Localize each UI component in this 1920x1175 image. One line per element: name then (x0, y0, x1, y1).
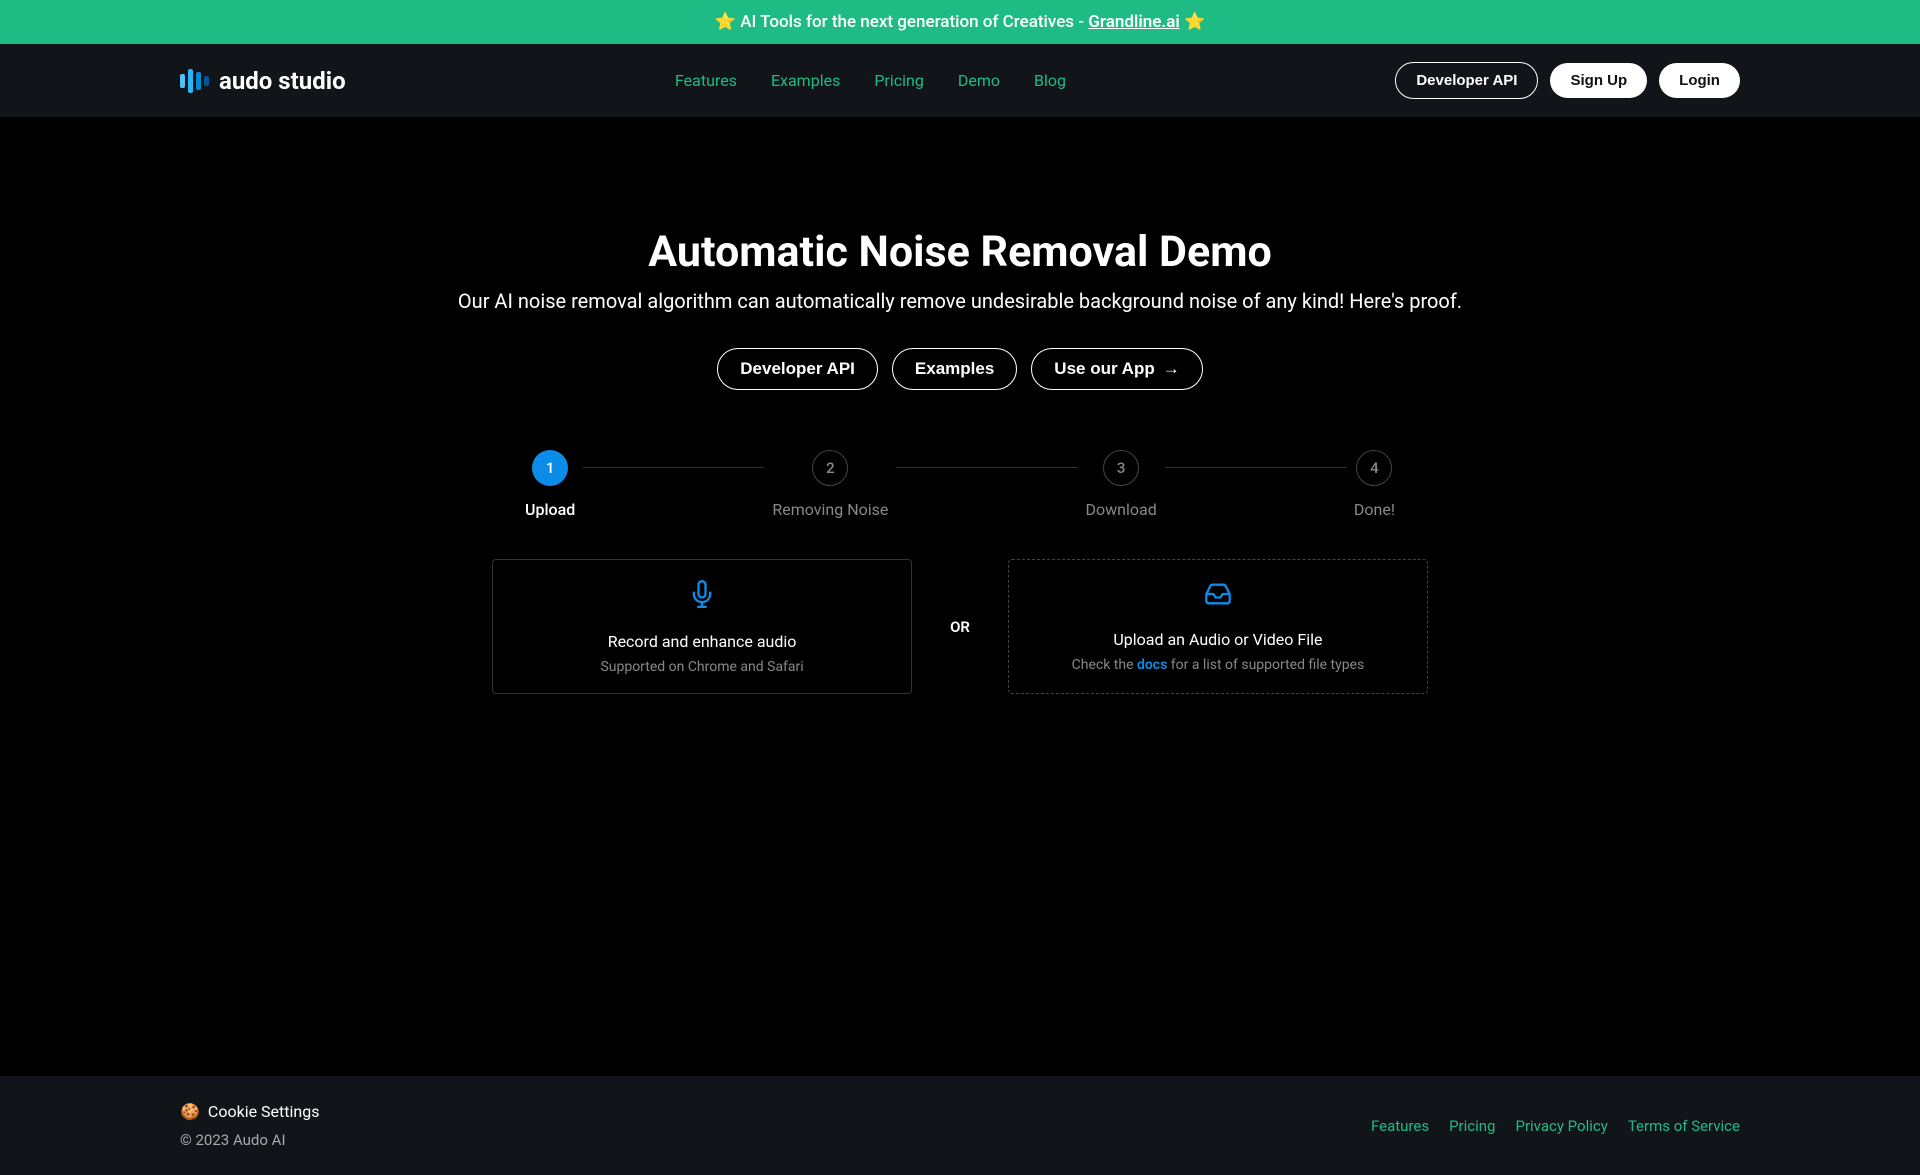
nav-center: Features Examples Pricing Demo Blog (675, 71, 1066, 90)
or-separator: OR (950, 618, 970, 636)
footer-link-features[interactable]: Features (1371, 1117, 1429, 1135)
step-label: Removing Noise (772, 500, 888, 519)
step-circle: 2 (812, 450, 848, 486)
nav-link-blog[interactable]: Blog (1034, 71, 1066, 90)
upload-subtitle-prefix: Check the (1072, 657, 1137, 673)
step-removing: 2 Removing Noise (772, 450, 888, 519)
step-label: Upload (525, 500, 575, 519)
logo[interactable]: audo studio (180, 67, 346, 95)
cookie-label: Cookie Settings (208, 1102, 320, 1121)
arrow-right-icon: → (1163, 359, 1180, 379)
banner-link[interactable]: Grandline.ai (1088, 12, 1179, 32)
login-button[interactable]: Login (1659, 63, 1740, 98)
hero-developer-api-button[interactable]: Developer API (717, 348, 878, 390)
upload-subtitle: Check the docs for a list of supported f… (1072, 657, 1365, 673)
cookie-icon: 🍪 (180, 1102, 200, 1121)
banner-text: AI Tools for the next generation of Crea… (740, 12, 1088, 32)
hero-buttons: Developer API Examples Use our App → (717, 348, 1202, 390)
star-icon: ⭐ (1184, 12, 1205, 32)
step-circle: 4 (1356, 450, 1392, 486)
step-line (896, 467, 1077, 468)
microphone-icon (688, 578, 716, 614)
upload-section: Record and enhance audio Supported on Ch… (492, 559, 1428, 694)
step-done: 4 Done! (1354, 450, 1395, 519)
hero-examples-button[interactable]: Examples (892, 348, 1017, 390)
footer-link-terms[interactable]: Terms of Service (1628, 1117, 1740, 1135)
logo-icon (180, 69, 209, 93)
cookie-settings-button[interactable]: 🍪 Cookie Settings (180, 1102, 319, 1121)
hero-use-app-button[interactable]: Use our App → (1031, 348, 1202, 390)
developer-api-button[interactable]: Developer API (1395, 62, 1538, 99)
upload-file-card[interactable]: Upload an Audio or Video File Check the … (1008, 559, 1428, 694)
main: Automatic Noise Removal Demo Our AI nois… (0, 117, 1920, 1076)
step-download: 3 Download (1086, 450, 1157, 519)
star-icon: ⭐ (715, 12, 736, 32)
header: audo studio Features Examples Pricing De… (0, 44, 1920, 117)
step-circle: 1 (532, 450, 568, 486)
nav-link-pricing[interactable]: Pricing (874, 71, 924, 90)
step-line (583, 467, 764, 468)
footer-link-pricing[interactable]: Pricing (1449, 1117, 1495, 1135)
record-title: Record and enhance audio (608, 632, 797, 651)
nav-link-features[interactable]: Features (675, 71, 737, 90)
inbox-icon (1202, 580, 1234, 612)
stepper: 1 Upload 2 Removing Noise 3 Download 4 D… (525, 450, 1395, 519)
page-subtitle: Our AI noise removal algorithm can autom… (458, 289, 1462, 313)
step-line (1165, 467, 1346, 468)
upload-title: Upload an Audio or Video File (1113, 630, 1322, 649)
top-banner: ⭐ AI Tools for the next generation of Cr… (0, 0, 1920, 44)
step-label: Download (1086, 500, 1157, 519)
nav-link-demo[interactable]: Demo (958, 71, 1000, 90)
footer-right: Features Pricing Privacy Policy Terms of… (1371, 1117, 1740, 1135)
hero-use-app-label: Use our App (1054, 359, 1154, 379)
record-card[interactable]: Record and enhance audio Supported on Ch… (492, 559, 912, 694)
footer-link-privacy[interactable]: Privacy Policy (1515, 1117, 1607, 1135)
step-label: Done! (1354, 500, 1395, 519)
step-circle: 3 (1103, 450, 1139, 486)
record-subtitle: Supported on Chrome and Safari (600, 659, 803, 675)
page-title: Automatic Noise Removal Demo (648, 227, 1271, 277)
docs-link[interactable]: docs (1137, 657, 1167, 673)
logo-text: audo studio (219, 67, 346, 95)
footer: 🍪 Cookie Settings © 2023 Audo AI Feature… (0, 1076, 1920, 1175)
copyright: © 2023 Audo AI (180, 1131, 319, 1149)
step-upload: 1 Upload (525, 450, 575, 519)
footer-left: 🍪 Cookie Settings © 2023 Audo AI (180, 1102, 319, 1149)
signup-button[interactable]: Sign Up (1550, 63, 1647, 98)
nav-link-examples[interactable]: Examples (771, 71, 840, 90)
nav-right: Developer API Sign Up Login (1395, 62, 1740, 99)
upload-subtitle-suffix: for a list of supported file types (1167, 657, 1364, 673)
